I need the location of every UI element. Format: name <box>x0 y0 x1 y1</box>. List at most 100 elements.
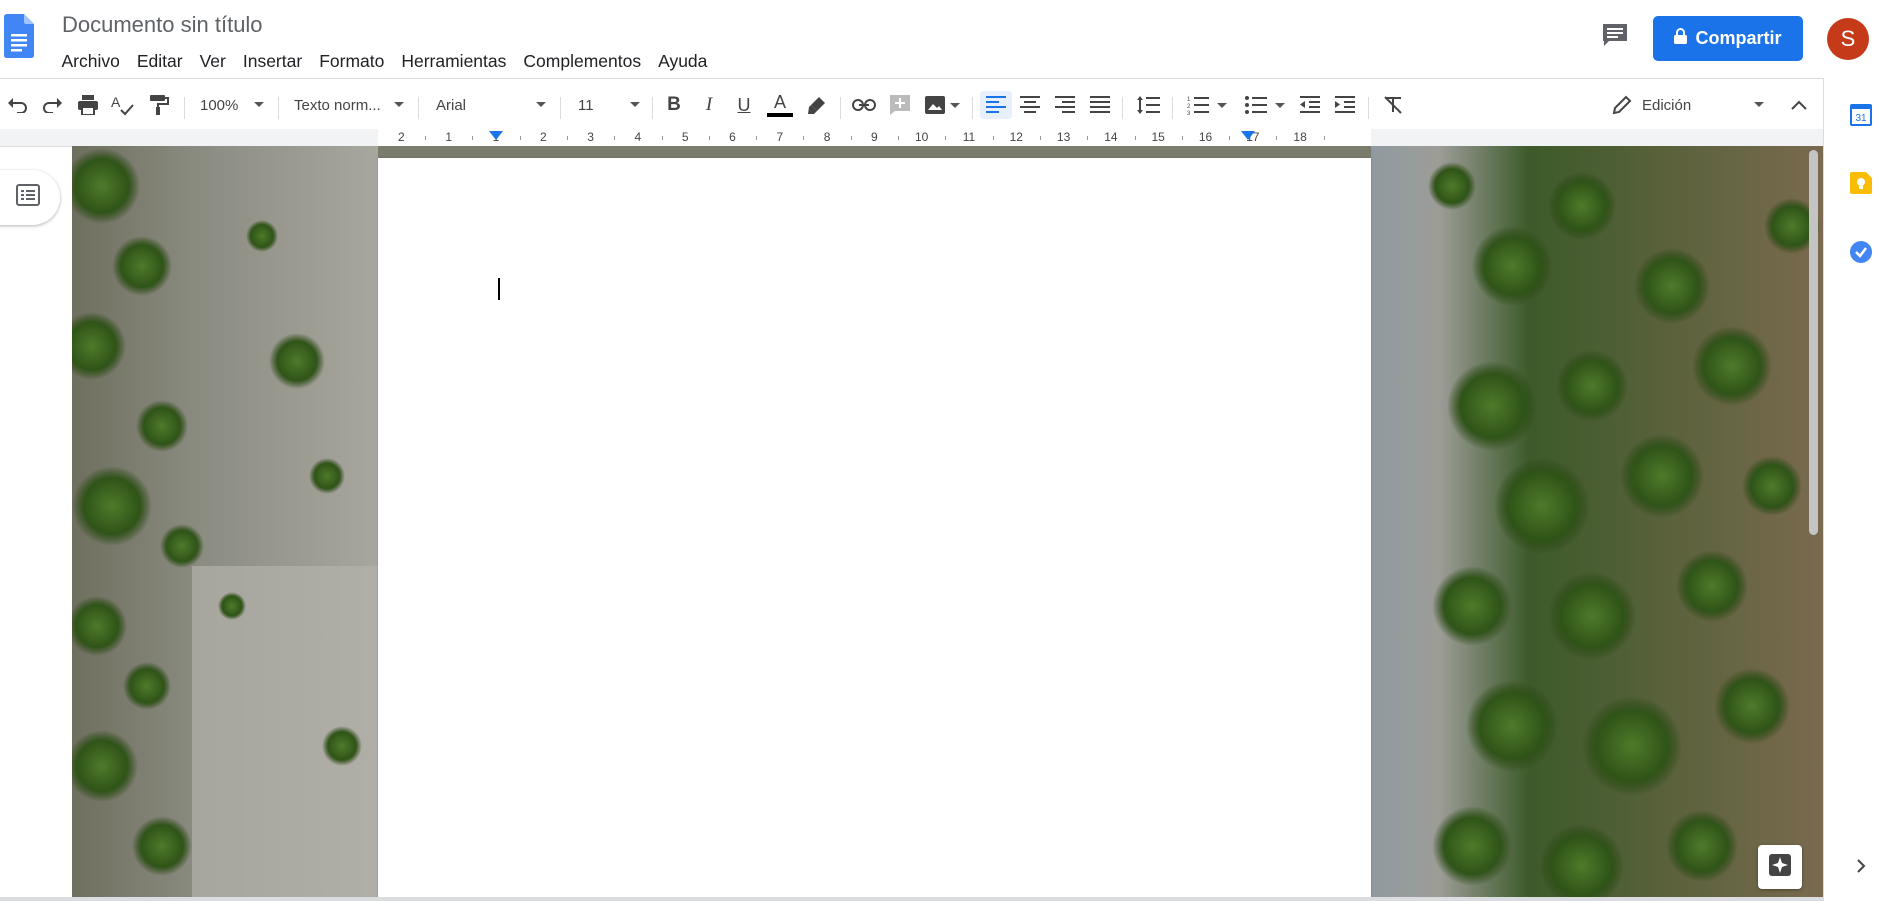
insert-link-button[interactable] <box>848 91 880 119</box>
align-center-icon <box>1020 96 1040 114</box>
font-size-select[interactable]: 11 <box>572 91 644 119</box>
ruler-tick <box>1181 136 1183 140</box>
share-button-label: Compartir <box>1695 28 1782 48</box>
redo-button[interactable] <box>38 91 66 119</box>
zoom-select[interactable]: 100% <box>196 91 268 119</box>
ruler: 2 1 1 2 3 4 5 6 7 8 9 10 11 12 13 14 15 16 17 18 <box>0 129 1823 147</box>
ruler-tick <box>1134 136 1136 140</box>
numbered-list-button[interactable]: 123 <box>1182 91 1232 119</box>
vertical-scrollbar[interactable] <box>1809 150 1818 535</box>
ruler-number: 8 <box>823 130 831 144</box>
spellcheck-button[interactable]: A <box>108 91 138 119</box>
menu-insertar[interactable]: Insertar <box>234 48 310 74</box>
undo-button[interactable] <box>4 91 32 119</box>
ruler-tick <box>661 136 663 140</box>
justify-button[interactable] <box>1086 91 1114 119</box>
menu-ver[interactable]: Ver <box>191 48 234 74</box>
toolbar: A 100% Texto norm... Arial 11 B I U A 1 … <box>0 78 1823 130</box>
ruler-tick <box>614 136 616 140</box>
clear-formatting-button[interactable] <box>1378 91 1408 119</box>
bottom-border <box>0 897 1823 901</box>
calendar-icon[interactable]: 31 <box>1850 104 1872 126</box>
right-indent-marker[interactable] <box>1241 131 1255 140</box>
document-page[interactable] <box>378 158 1371 901</box>
align-right-button[interactable] <box>1051 91 1079 119</box>
explore-icon <box>1768 853 1792 882</box>
comments-button[interactable] <box>1596 20 1634 54</box>
ruler-number: 12 <box>1009 130 1023 144</box>
toolbar-separator <box>560 97 561 119</box>
side-panel: 31 <box>1823 78 1893 901</box>
underline-button[interactable]: U <box>730 91 758 119</box>
editing-mode-value: Edición <box>1642 96 1692 114</box>
hide-menus-button[interactable] <box>1784 91 1814 119</box>
chevron-down-icon <box>254 102 264 107</box>
chevron-down-icon <box>1754 102 1764 107</box>
align-right-icon <box>1055 96 1075 114</box>
ruler-number: 3 <box>587 130 594 144</box>
decrease-indent-button[interactable] <box>1296 91 1324 119</box>
menu-herramientas[interactable]: Herramientas <box>393 48 515 74</box>
font-select[interactable]: Arial <box>430 91 550 119</box>
ruler-number: 2 <box>539 130 547 144</box>
document-title[interactable]: Documento sin título <box>62 12 263 38</box>
add-comment-button[interactable] <box>886 91 914 119</box>
menu-archivo[interactable]: Archivo <box>53 48 128 74</box>
link-icon <box>852 98 876 112</box>
docs-logo-icon[interactable] <box>4 14 34 58</box>
explore-button[interactable] <box>1758 845 1802 889</box>
undo-icon <box>7 97 29 113</box>
account-avatar[interactable]: S <box>1827 18 1869 60</box>
highlight-color-button[interactable] <box>803 91 831 119</box>
add-comment-icon <box>889 94 911 116</box>
paragraph-style-select[interactable]: Texto norm... <box>290 91 408 119</box>
svg-text:1: 1 <box>1187 97 1191 103</box>
ruler-number: 2 <box>398 130 405 144</box>
spellcheck-icon: A <box>111 94 135 116</box>
highlighter-icon <box>807 95 827 115</box>
chevron-right-icon <box>1850 859 1872 881</box>
editing-mode-select[interactable]: Edición <box>1612 91 1772 119</box>
text-color-swatch <box>767 113 793 117</box>
menu-complementos[interactable]: Complementos <box>515 48 650 74</box>
calendar-day: 31 <box>1855 113 1867 124</box>
bulleted-list-icon <box>1245 95 1267 115</box>
chevron-up-icon <box>1791 100 1807 110</box>
tasks-icon[interactable] <box>1850 241 1872 263</box>
bold-button[interactable]: B <box>660 91 688 119</box>
ruler-number: 18 <box>1293 130 1307 144</box>
align-center-button[interactable] <box>1016 91 1044 119</box>
align-left-button[interactable] <box>980 91 1012 119</box>
toolbar-separator <box>184 97 185 119</box>
line-spacing-button[interactable] <box>1132 91 1164 119</box>
font-size-value: 11 <box>578 96 594 114</box>
menu-formato[interactable]: Formato <box>311 48 393 74</box>
ruler-tick <box>1039 136 1041 140</box>
ruler-tick <box>708 136 710 140</box>
outline-icon <box>16 184 40 211</box>
print-button[interactable] <box>73 91 103 119</box>
svg-text:A: A <box>111 94 121 110</box>
numbered-list-icon: 123 <box>1187 95 1209 115</box>
insert-image-button[interactable] <box>920 91 964 119</box>
font-value: Arial <box>436 96 467 114</box>
share-button[interactable]: Compartir <box>1653 16 1803 61</box>
ruler-number: 6 <box>729 130 736 144</box>
increase-indent-button[interactable] <box>1331 91 1359 119</box>
toolbar-separator <box>1172 97 1173 119</box>
left-indent-marker[interactable] <box>489 131 503 140</box>
menu-ayuda[interactable]: Ayuda <box>650 48 716 74</box>
ruler-number: 11 <box>962 130 976 144</box>
ruler-tick <box>519 136 521 140</box>
menu-editar[interactable]: Editar <box>128 48 191 74</box>
keep-icon[interactable] <box>1850 172 1872 194</box>
paint-format-button[interactable] <box>144 91 174 119</box>
text-color-button[interactable]: A <box>765 91 795 119</box>
bulleted-list-button[interactable] <box>1240 91 1290 119</box>
decrease-indent-icon <box>1300 96 1320 114</box>
italic-button[interactable]: I <box>695 91 723 119</box>
expand-panel-button[interactable] <box>1850 855 1872 877</box>
ruler-number: 16 <box>1198 130 1213 144</box>
document-outline-button[interactable] <box>0 170 60 225</box>
ruler-tick <box>425 136 427 140</box>
